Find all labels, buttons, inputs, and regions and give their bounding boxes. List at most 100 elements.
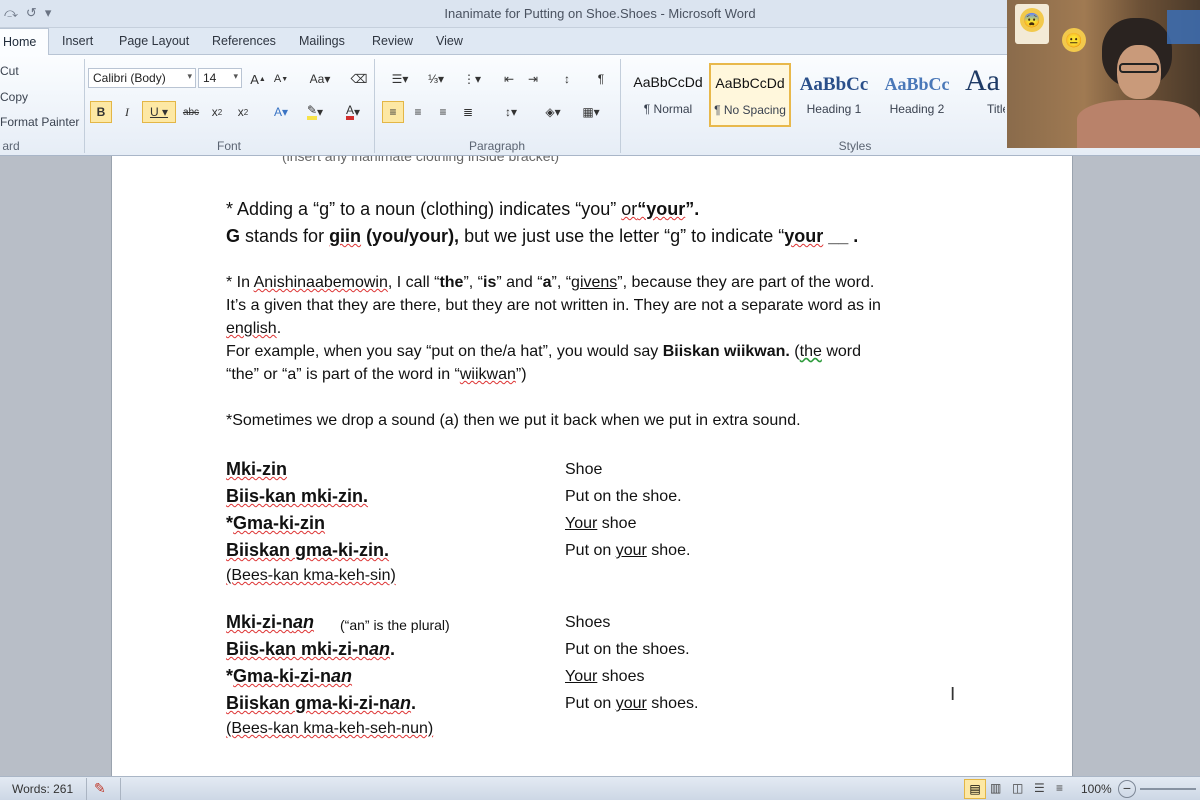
neutral-emoji-icon: 😐 [1062,28,1086,52]
show-formatting-icon[interactable]: ¶ [590,68,612,90]
cut-button[interactable]: Cut [0,64,19,78]
para-2-line-2: It’s a given that they are there, but th… [226,297,881,314]
align-left-icon[interactable]: ≡ [382,101,404,123]
decrease-indent-icon[interactable]: ⇤ [498,68,520,90]
font-color-icon[interactable]: A ▾ [338,101,368,123]
worried-emoji-icon: 😨 [1020,8,1044,32]
english-text: Put on [565,542,616,559]
format-painter-button[interactable]: Format Painter [0,115,79,129]
english-text: shoes [597,668,645,685]
superscript-icon[interactable]: x2 [232,101,254,123]
bullets-icon[interactable]: ☰▾ [384,68,416,90]
bold-icon[interactable]: B [90,101,112,123]
rule-2-giin: giin [329,226,362,246]
shading-icon[interactable]: ◈▾ [536,101,570,123]
rule-1-end: ”. [685,199,700,219]
increase-indent-icon[interactable]: ⇥ [522,68,544,90]
change-case-icon[interactable]: Aa▾ [305,68,335,90]
plural-suffix: an [369,639,391,659]
style-heading-1-sample: AaBbCc [799,74,869,95]
align-center-icon[interactable]: ≡ [407,101,429,123]
para-2-line-3: english. [226,320,281,338]
multilevel-list-icon[interactable]: ⋮▾ [456,68,488,90]
subscript-icon[interactable]: x2 [206,101,228,123]
copy-button[interactable]: Copy [0,90,28,104]
tab-insert[interactable]: Insert [62,34,93,48]
english-line: Put on the shoe. [565,488,682,505]
word-english: english [226,320,277,337]
english-line: Shoe [565,461,603,478]
para-2-text: ”, because they are part of the word. [617,274,875,291]
para-3: *Sometimes we drop a sound (a) then we p… [226,412,801,429]
borders-icon[interactable]: ▦▾ [574,101,608,123]
period: . [390,639,396,659]
style-title[interactable]: Aa Title [958,63,1006,127]
chevron-down-icon[interactable]: ▾ [187,71,192,82]
english-text: shoe [597,515,637,532]
para-2-text: ” and “ [496,274,543,291]
document-page[interactable]: (insert any inanimate clothing inside br… [111,156,1073,776]
align-right-icon[interactable]: ≡ [432,101,454,123]
plural-suffix: an [293,612,315,632]
ojibwe-word: Biiskan gma-ki-zi-n [226,693,391,713]
proofing-icon[interactable]: ✎ [94,780,106,797]
highlight-icon[interactable]: ✎ ▾ [300,101,330,123]
word-givens: givens [571,274,618,291]
rule-2-your: your [784,226,824,246]
web-layout-icon[interactable]: ◫ [1012,781,1023,795]
style-heading-2[interactable]: AaBbCc Heading 2 [876,63,958,127]
chevron-down-icon[interactable]: ▾ [233,71,238,82]
word-the-grammar: the [799,343,822,360]
doc-cut-line: (insert any inanimate clothing inside br… [282,156,560,164]
full-screen-reading-icon[interactable]: ▥ [990,781,1001,795]
tab-review[interactable]: Review [372,34,413,48]
justify-icon[interactable]: ≣ [457,101,479,123]
tab-references[interactable]: References [212,34,276,48]
shrink-font-icon[interactable]: A ▼ [270,68,292,90]
phrase-biiskan-wiikwan: Biiskan wiikwan. [662,343,790,360]
tab-view[interactable]: View [436,34,463,48]
tab-mailings[interactable]: Mailings [299,34,345,48]
rule-2-mid: stands for [240,226,330,246]
ojibwe-line: Biis-kan mki-zin. [226,486,368,507]
font-size-box[interactable]: 14 ▾ [198,68,242,88]
style-title-sample: Aa [965,64,1000,97]
style-heading-1-name: Heading 1 [806,102,862,116]
para-2-text: ”, “ [463,274,483,291]
style-normal[interactable]: AaBbCcDd ¶ Normal [627,63,709,127]
english-text: Put on [565,695,616,712]
divider [120,778,121,800]
print-layout-view-icon[interactable]: ▤ [964,779,986,799]
ojibwe-word: Gma-ki-zi-n [233,666,332,686]
style-normal-sample: AaBbCcDd [633,74,703,90]
text-effects-icon[interactable]: A▾ [266,101,296,123]
word-count[interactable]: Words: 261 [12,782,73,796]
numbering-icon[interactable]: ⅓▾ [420,68,452,90]
font-name-box[interactable]: Calibri (Body) ▾ [88,68,196,88]
style-heading-1[interactable]: AaBbCc Heading 1 [793,63,875,127]
sort-icon[interactable]: ↕ [556,68,578,90]
draft-view-icon[interactable]: ≡ [1056,781,1063,795]
underlined-word: Your [565,668,598,685]
para-2-text: word [821,343,861,360]
monitor-glimpse [1167,10,1200,44]
style-heading-2-sample: AaBbCc [884,74,950,94]
underline-icon[interactable]: U ▾ [142,101,176,123]
outline-view-icon[interactable]: ☰ [1034,781,1045,795]
italic-icon[interactable]: I [116,101,138,123]
tab-page-layout[interactable]: Page Layout [119,34,189,48]
zoom-level[interactable]: 100% [1081,782,1112,796]
grow-font-icon[interactable]: A ▲ [247,68,269,90]
tab-home[interactable]: Home [0,28,50,56]
zoom-out-icon[interactable]: − [1118,780,1136,798]
para-2-line-5: “the” or “a” is part of the word in “wii… [226,366,527,384]
ojibwe-word: Mki-zin [226,459,287,479]
plural-suffix: an [390,693,412,713]
zoom-slider[interactable] [1140,788,1196,790]
strikethrough-icon[interactable]: abc [180,101,202,123]
style-no-spacing[interactable]: AaBbCcDd ¶ No Spacing [709,63,791,127]
clear-formatting-icon[interactable]: ⌫ [348,68,370,90]
word-anishinaabemowin: Anishinaabemowin [253,274,388,291]
line-spacing-icon[interactable]: ↕▾ [496,101,526,123]
styles-group-label: Styles [838,139,872,153]
